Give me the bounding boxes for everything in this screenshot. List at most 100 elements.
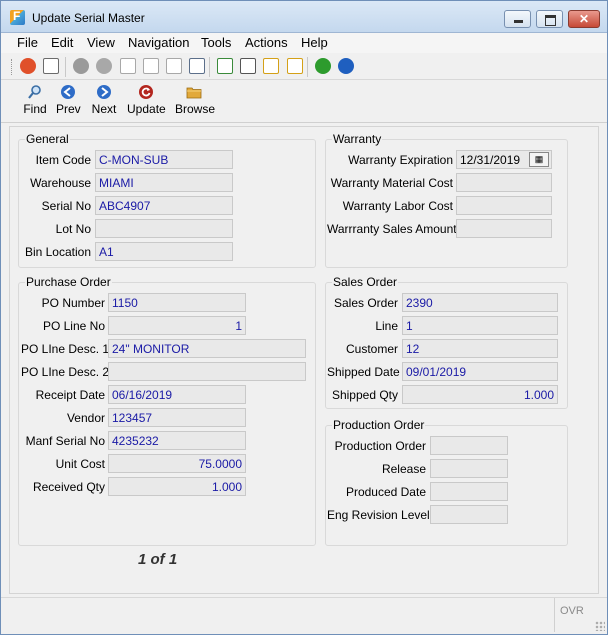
po-number-label: PO Number <box>41 296 105 310</box>
po-line-desc1-field[interactable]: 24" MONITOR <box>108 339 306 358</box>
po-line-no-field[interactable]: 1 <box>108 316 246 335</box>
arrow-left-icon <box>61 85 75 99</box>
menu-help[interactable]: Help <box>301 35 328 50</box>
close-button[interactable] <box>568 10 600 28</box>
status-bar <box>1 597 607 634</box>
print-icon[interactable] <box>43 58 59 74</box>
minimize-button[interactable] <box>504 10 531 28</box>
produced-date-field[interactable] <box>430 482 508 501</box>
po-line-desc1-label: PO LIne Desc. 1 <box>21 342 110 356</box>
general-title: General <box>25 132 70 146</box>
warehouse-label: Warehouse <box>30 176 91 190</box>
customer-label: Customer <box>345 342 398 356</box>
po-number-field[interactable]: 1150 <box>108 293 246 312</box>
release-label: Release <box>381 462 426 476</box>
select-all-icon[interactable] <box>166 58 182 74</box>
app-logo-icon <box>10 9 25 25</box>
release-field[interactable] <box>430 459 508 478</box>
lot-no-field[interactable] <box>95 219 233 238</box>
menu-navigation[interactable]: Navigation <box>128 35 189 50</box>
close-form-icon[interactable] <box>20 58 36 74</box>
refresh-icon <box>139 85 153 99</box>
menu-actions[interactable]: Actions <box>245 35 288 50</box>
search-icon <box>28 85 41 99</box>
warranty-labor-cost-label: Warranty Labor Cost <box>342 199 453 213</box>
attachment-icon[interactable] <box>240 58 256 74</box>
bin-location-field[interactable]: A1 <box>95 242 233 261</box>
menu-edit[interactable]: Edit <box>51 35 73 50</box>
next-button[interactable]: Next <box>91 84 117 116</box>
checklist-icon[interactable] <box>287 58 303 74</box>
serial-no-field[interactable]: ABC4907 <box>95 196 233 215</box>
notes-icon[interactable] <box>217 58 233 74</box>
paste-icon[interactable] <box>143 58 159 74</box>
lot-no-label: Lot No <box>55 222 91 236</box>
calendar-icon[interactable]: ▦ <box>529 152 549 167</box>
warranty-expiration-label: Warranty Expiration <box>348 153 453 167</box>
item-code-field[interactable]: C-MON-SUB <box>95 150 233 169</box>
title-bar: Update Serial Master <box>1 1 607 33</box>
production-order-label: Production Order <box>334 439 426 453</box>
sales-order-field[interactable]: 2390 <box>402 293 558 312</box>
unit-cost-field[interactable]: 75.0000 <box>108 454 246 473</box>
po-line-desc2-field[interactable] <box>108 362 306 381</box>
chart-icon[interactable] <box>315 58 331 74</box>
line-label: Line <box>375 319 398 333</box>
browse-button[interactable]: Browse <box>175 84 215 116</box>
window-title: Update Serial Master <box>32 11 145 25</box>
receipt-date-label: Receipt Date <box>35 388 105 402</box>
help-icon[interactable] <box>338 58 354 74</box>
sales-order-title: Sales Order <box>332 275 399 289</box>
resize-grip[interactable] <box>595 621 605 631</box>
documents-icon[interactable] <box>263 58 279 74</box>
toolbar-separator <box>65 57 66 77</box>
prev-button[interactable]: Prev <box>56 84 81 116</box>
warranty-labor-cost-field[interactable] <box>456 196 552 215</box>
line-field[interactable]: 1 <box>402 316 558 335</box>
warranty-sales-amount-label: Warrranty Sales Amount <box>327 222 457 236</box>
warranty-title: Warranty <box>332 132 383 146</box>
shipped-date-field[interactable]: 09/01/2019 <box>402 362 558 381</box>
shipped-qty-field[interactable]: 1.000 <box>402 385 558 404</box>
maximize-button[interactable] <box>536 10 563 28</box>
receipt-date-field[interactable]: 06/16/2019 <box>108 385 246 404</box>
warranty-sales-amount-field[interactable] <box>456 219 552 238</box>
warehouse-field[interactable]: MIAMI <box>95 173 233 192</box>
manf-serial-no-label: Manf Serial No <box>25 434 105 448</box>
standard-toolbar <box>1 54 607 80</box>
eng-revision-level-field[interactable] <box>430 505 508 524</box>
update-button[interactable]: Update <box>127 84 166 116</box>
search-icon[interactable] <box>189 58 205 74</box>
warranty-material-cost-field[interactable] <box>456 173 552 192</box>
window: Update Serial Master File Edit View Navi… <box>0 0 608 635</box>
vendor-label: Vendor <box>66 411 105 425</box>
menu-bar: File Edit View Navigation Tools Actions … <box>1 33 607 53</box>
status-separator <box>554 598 555 632</box>
copy-icon[interactable] <box>120 58 136 74</box>
folder-icon <box>186 87 202 99</box>
menu-view[interactable]: View <box>87 35 115 50</box>
po-line-desc2-label: PO LIne Desc. 2 <box>21 365 110 379</box>
toolbar-separator <box>209 57 210 77</box>
vendor-field[interactable]: 123457 <box>108 408 246 427</box>
sales-order-label: Sales Order <box>333 296 398 310</box>
manf-serial-no-field[interactable]: 4235232 <box>108 431 246 450</box>
check-icon[interactable] <box>73 58 89 74</box>
eng-revision-level-label: Eng Revision Level <box>327 508 430 522</box>
produced-date-label: Produced Date <box>345 485 426 499</box>
shipped-qty-label: Shipped Qty <box>331 388 398 402</box>
delete-icon[interactable] <box>96 58 112 74</box>
received-qty-field[interactable]: 1.000 <box>108 477 246 496</box>
customer-field[interactable]: 12 <box>402 339 558 358</box>
production-order-field[interactable] <box>430 436 508 455</box>
unit-cost-label: Unit Cost <box>55 457 105 471</box>
received-qty-label: Received Qty <box>32 480 105 494</box>
find-button[interactable]: Find <box>23 84 47 116</box>
arrow-right-icon <box>97 85 111 99</box>
warranty-material-cost-label: Warranty Material Cost <box>330 176 453 190</box>
bin-location-label: Bin Location <box>24 245 91 259</box>
menu-tools[interactable]: Tools <box>201 35 231 50</box>
menu-file[interactable]: File <box>17 35 38 50</box>
toolbar-grip[interactable] <box>11 59 14 75</box>
overwrite-mode-indicator: OVR <box>560 605 584 617</box>
